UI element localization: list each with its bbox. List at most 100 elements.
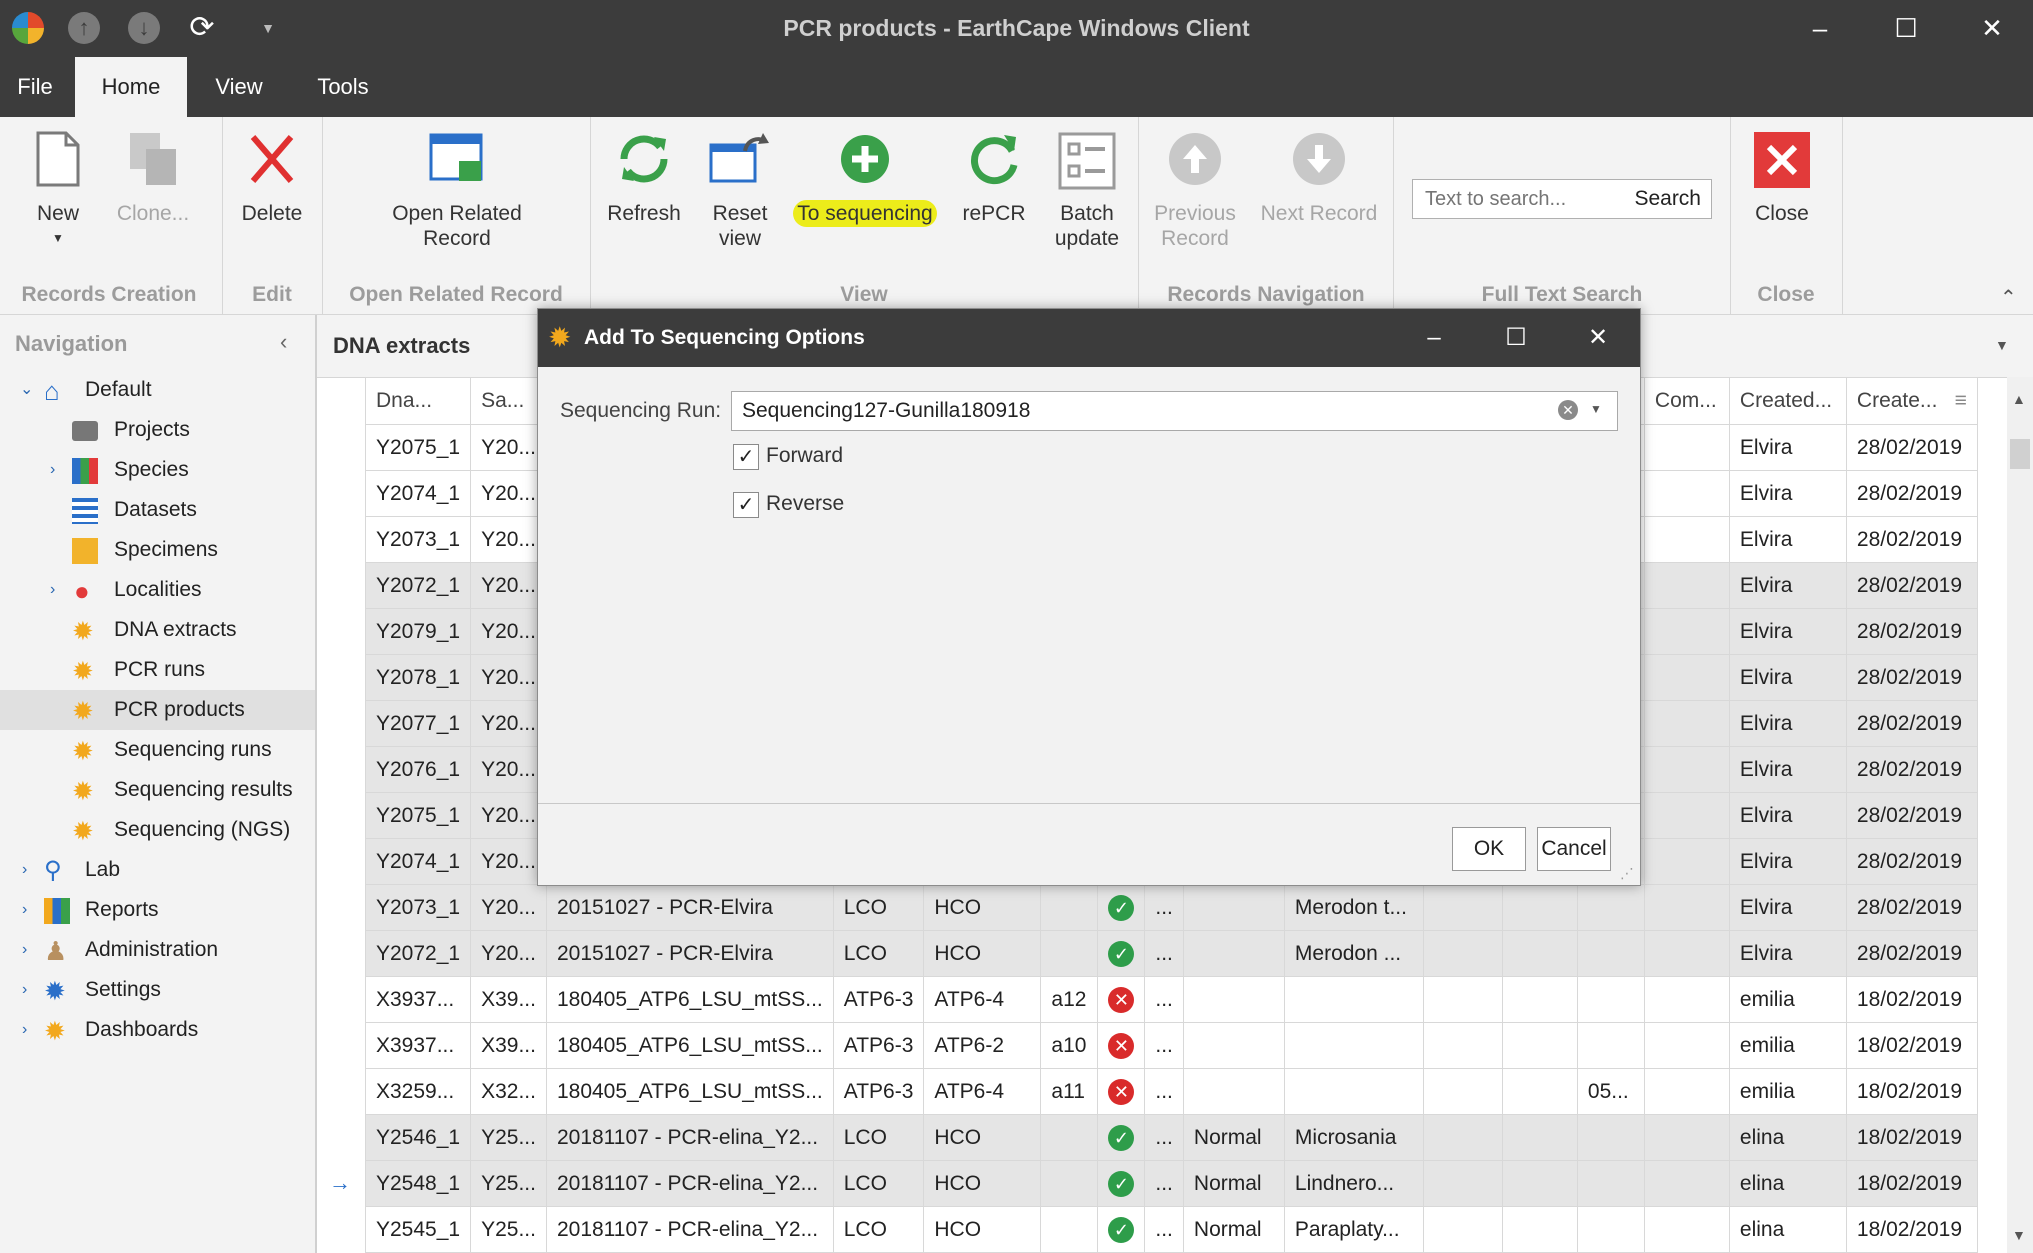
cell-qual[interactable] <box>1182 884 1285 931</box>
nav-item-administration[interactable]: › ♟ Administration <box>0 930 315 970</box>
cell-comment[interactable] <box>1643 746 1730 793</box>
cell-dna[interactable]: Y2073_1 <box>364 884 472 931</box>
batch-update-button[interactable]: Batch update <box>1044 131 1130 251</box>
resize-grip-icon[interactable]: ⋰ <box>1620 865 1634 882</box>
cell-comment[interactable] <box>1643 608 1730 655</box>
cell-dna[interactable]: Y2079_1 <box>364 608 472 655</box>
nav-item-localities[interactable]: › ● Localities <box>0 570 315 610</box>
cell-dna[interactable]: Y2545_1 <box>364 1206 472 1253</box>
cell-qual[interactable]: Normal <box>1182 1160 1285 1207</box>
cell-comment[interactable] <box>1643 884 1730 931</box>
cancel-button[interactable]: Cancel <box>1537 827 1611 871</box>
vertical-scrollbar[interactable]: ▲ ▼ <box>2007 377 2033 1253</box>
nav-item-datasets[interactable]: Datasets <box>0 490 315 530</box>
cell-created_by[interactable]: Elvira <box>1728 930 1847 977</box>
cell-created[interactable]: 28/02/2019 <box>1845 884 1978 931</box>
cell-created[interactable]: 18/02/2019 <box>1845 1022 1978 1069</box>
cell-sa[interactable]: Y20... <box>470 930 547 977</box>
scroll-up-arrow-icon[interactable]: ▲ <box>2012 391 2026 407</box>
cell-dots[interactable]: ... <box>1144 1206 1184 1253</box>
cell-sa[interactable]: X39... <box>470 976 547 1023</box>
cell-comment[interactable] <box>1643 1160 1730 1207</box>
col-dna[interactable]: Dna... <box>364 377 472 425</box>
dropdown-chevron-icon[interactable]: ▼ <box>1590 402 1602 416</box>
expand-chevron-icon[interactable]: › <box>50 450 55 490</box>
cell-dna[interactable]: Y2074_1 <box>364 470 472 517</box>
cell-dots[interactable]: ... <box>1144 1114 1184 1161</box>
cell-comment[interactable] <box>1643 700 1730 747</box>
reverse-checkbox[interactable]: ✓ <box>733 492 759 518</box>
cell-species[interactable]: Lindnero... <box>1283 1160 1424 1207</box>
cell-dna[interactable]: Y2546_1 <box>364 1114 472 1161</box>
nav-item-pcr-runs[interactable]: ✹ PCR runs <box>0 650 315 690</box>
minimize-button[interactable]: – <box>1800 10 1840 46</box>
cell-r[interactable]: HCO <box>923 1206 1042 1253</box>
nav-item-sequencing-ngs[interactable]: ✹ Sequencing (NGS) <box>0 810 315 850</box>
cell-r[interactable]: HCO <box>923 884 1042 931</box>
sequencing-run-combo[interactable]: Sequencing127-Gunilla180918 ✕ ▼ <box>731 391 1618 431</box>
cell-species[interactable] <box>1283 976 1424 1023</box>
cell-c11[interactable] <box>1422 884 1503 931</box>
cell-comment[interactable] <box>1643 976 1730 1023</box>
close-button[interactable]: Close <box>1742 131 1822 226</box>
cell-dna[interactable]: Y2078_1 <box>364 654 472 701</box>
search-button[interactable]: Search <box>1634 187 1701 211</box>
nav-item-species[interactable]: › Species <box>0 450 315 490</box>
maximize-button[interactable]: ☐ <box>1886 10 1926 46</box>
cell-ok[interactable]: ✓ <box>1097 884 1146 931</box>
cell-created[interactable]: 28/02/2019 <box>1845 470 1978 517</box>
cell-well[interactable] <box>1040 1206 1099 1253</box>
cell-created[interactable]: 28/02/2019 <box>1845 930 1978 977</box>
cell-qual[interactable] <box>1182 1022 1285 1069</box>
cell-created_by[interactable]: elina <box>1728 1206 1847 1253</box>
cell-created[interactable]: 28/02/2019 <box>1845 654 1978 701</box>
dialog-maximize-button[interactable]: ☐ <box>1498 321 1534 355</box>
cell-created[interactable]: 18/02/2019 <box>1845 1068 1978 1115</box>
tab-view[interactable]: View <box>200 57 278 117</box>
cell-ok[interactable]: ✕ <box>1097 1022 1146 1069</box>
new-button[interactable]: New ▼ <box>18 131 98 251</box>
cell-created_by[interactable]: Elvira <box>1728 424 1847 471</box>
cell-dots[interactable]: ... <box>1144 930 1184 977</box>
cell-created_by[interactable]: elina <box>1728 1160 1847 1207</box>
cell-sa[interactable]: Y25... <box>470 1114 547 1161</box>
cell-sa[interactable]: Y20... <box>470 838 547 885</box>
cell-sa[interactable]: Y25... <box>470 1206 547 1253</box>
expand-chevron-icon[interactable]: › <box>50 570 55 610</box>
cell-created[interactable]: 28/02/2019 <box>1845 792 1978 839</box>
cell-dna[interactable]: X3937... <box>364 1022 472 1069</box>
cell-created_by[interactable]: Elvira <box>1728 884 1847 931</box>
col-sample[interactable]: Sa... <box>470 377 547 425</box>
nav-item-settings[interactable]: › ✹ Settings <box>0 970 315 1010</box>
cell-dna[interactable]: Y2072_1 <box>364 930 472 977</box>
cell-ok[interactable]: ✓ <box>1097 930 1146 977</box>
cell-created[interactable]: 18/02/2019 <box>1845 1206 1978 1253</box>
cell-sa[interactable]: Y20... <box>470 700 547 747</box>
grid-menu-chevron-icon[interactable]: ▼ <box>1995 337 2009 353</box>
cell-comment[interactable] <box>1643 792 1730 839</box>
cell-pcr[interactable]: 180405_ATP6_LSU_mtSS... <box>545 1068 834 1115</box>
scroll-thumb[interactable] <box>2010 439 2030 469</box>
cell-f[interactable]: ATP6-3 <box>832 976 925 1023</box>
cell-r[interactable]: ATP6-2 <box>923 1022 1042 1069</box>
nav-item-sequencing-results[interactable]: ✹ Sequencing results <box>0 770 315 810</box>
cell-pcr[interactable]: 20181107 - PCR-elina_Y2... <box>545 1160 834 1207</box>
cell-pcr[interactable]: 20181107 - PCR-elina_Y2... <box>545 1114 834 1161</box>
cell-c11[interactable] <box>1422 1160 1503 1207</box>
cell-c11[interactable] <box>1422 1068 1503 1115</box>
cell-c11[interactable] <box>1422 1022 1503 1069</box>
expand-chevron-icon[interactable]: › <box>22 1010 27 1050</box>
cell-c11[interactable] <box>1422 1114 1503 1161</box>
cell-comment[interactable] <box>1643 1022 1730 1069</box>
cell-ok[interactable]: ✕ <box>1097 976 1146 1023</box>
table-row[interactable]: Y2546_1 Y25... 20181107 - PCR-elina_Y2... L… <box>364 1114 1978 1161</box>
cell-pcr[interactable]: 20151027 - PCR-Elvira <box>545 884 834 931</box>
reset-view-button[interactable]: Reset view <box>698 131 782 251</box>
cell-created_by[interactable]: Elvira <box>1728 838 1847 885</box>
cell-well[interactable] <box>1040 884 1099 931</box>
cell-sa[interactable]: Y20... <box>470 654 547 701</box>
table-row[interactable]: Y2073_1 Y20... 20151027 - PCR-Elvira LCO HCO… <box>364 884 1978 931</box>
cell-c12[interactable] <box>1501 1160 1578 1207</box>
cell-well[interactable] <box>1040 1114 1099 1161</box>
cell-comment[interactable] <box>1643 838 1730 885</box>
